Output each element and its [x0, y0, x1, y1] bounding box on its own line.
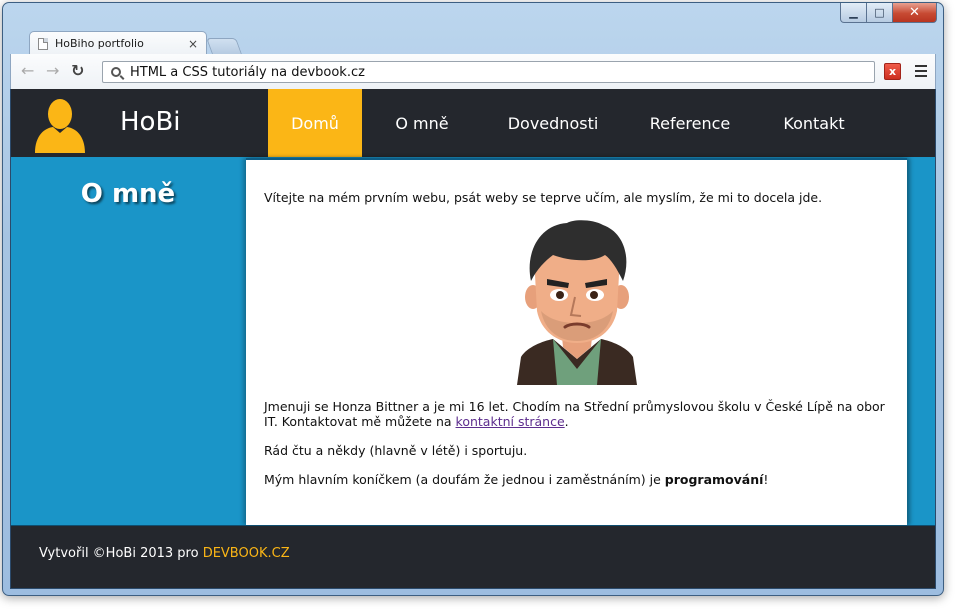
address-bar[interactable]: HTML a CSS tutoriály na devbook.cz [102, 61, 875, 83]
nav-item-reference[interactable]: Reference [636, 89, 744, 157]
contact-page-link[interactable]: kontaktní stránce [456, 414, 565, 429]
page-viewport: HoBi Domů O mně Dovednosti Reference Kon… [10, 89, 936, 589]
extension-button[interactable]: x [884, 63, 901, 80]
tab-strip: HoBiho portfolio × [29, 31, 242, 55]
nav-item-domu[interactable]: Domů [268, 89, 362, 157]
site-name[interactable]: HoBi [120, 107, 181, 137]
about-text: Jmenuji se Honza Bittner a je mi 16 let.… [264, 399, 889, 429]
sidebar-title: O mně [80, 179, 176, 209]
reload-icon[interactable]: ↻ [71, 62, 84, 80]
user-silhouette-icon [35, 99, 85, 153]
main-hobby-emphasis: programování [664, 472, 764, 487]
nav-item-dovednosti[interactable]: Dovednosti [491, 89, 615, 157]
footer-text: Vytvořil ©HoBi 2013 pro DEVBOOK.CZ [39, 546, 290, 561]
avatar [264, 219, 889, 385]
nav-item-o-mne[interactable]: O mně [376, 89, 468, 157]
forward-arrow-icon[interactable]: → [46, 62, 59, 80]
main-hobby-text: Mým hlavním koníčkem (a doufám že jednou… [264, 472, 889, 487]
browser-window: ▁ □ ✕ HoBiho portfolio × ← → ↻ HTML a CS… [2, 2, 944, 596]
browser-toolbar: ← → ↻ HTML a CSS tutoriály na devbook.cz… [10, 54, 936, 89]
page-icon [38, 37, 48, 50]
tab-title: HoBiho portfolio [55, 37, 144, 50]
site-footer: Vytvořil ©HoBi 2013 pro DEVBOOK.CZ [11, 525, 935, 588]
main-hobby-end: ! [763, 472, 769, 487]
minimize-button[interactable]: ▁ [840, 3, 867, 23]
address-bar-text: HTML a CSS tutoriály na devbook.cz [130, 64, 365, 80]
window-controls: ▁ □ ✕ [840, 3, 937, 23]
about-text-start: Jmenuji se Honza Bittner a je mi 16 let.… [264, 399, 885, 429]
tab-close-icon[interactable]: × [188, 37, 198, 51]
main-content: Vítejte na mém prvním webu, psát weby se… [246, 158, 907, 525]
footer-credit: Vytvořil ©HoBi 2013 pro [39, 546, 203, 561]
menu-icon[interactable] [915, 65, 927, 80]
tab-hobiho-portfolio[interactable]: HoBiho portfolio × [29, 31, 207, 55]
new-tab-button[interactable] [206, 38, 242, 54]
about-text-end: . [564, 414, 569, 429]
site-header: HoBi Domů O mně Dovednosti Reference Kon… [11, 89, 935, 157]
main-hobby-start: Mým hlavním koníčkem (a doufám že jednou… [264, 472, 665, 487]
search-icon [111, 67, 121, 77]
maximize-button[interactable]: □ [867, 3, 893, 23]
intro-text: Vítejte na mém prvním webu, psát weby se… [264, 190, 823, 205]
devbook-link[interactable]: DEVBOOK.CZ [203, 546, 290, 561]
close-window-button[interactable]: ✕ [893, 3, 937, 23]
nav-item-kontakt[interactable]: Kontakt [766, 89, 862, 157]
back-arrow-icon[interactable]: ← [21, 62, 34, 80]
cartoon-portrait-image [516, 220, 637, 385]
hobbies-text: Rád čtu a někdy (hlavně v létě) i sportu… [264, 443, 528, 458]
